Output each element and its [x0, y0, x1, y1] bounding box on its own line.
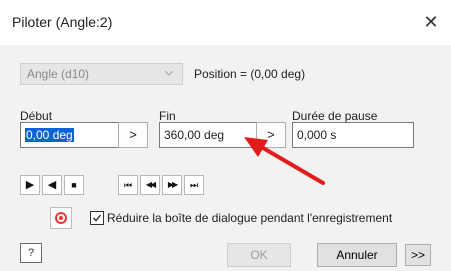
annotation-arrow-icon — [244, 137, 325, 185]
